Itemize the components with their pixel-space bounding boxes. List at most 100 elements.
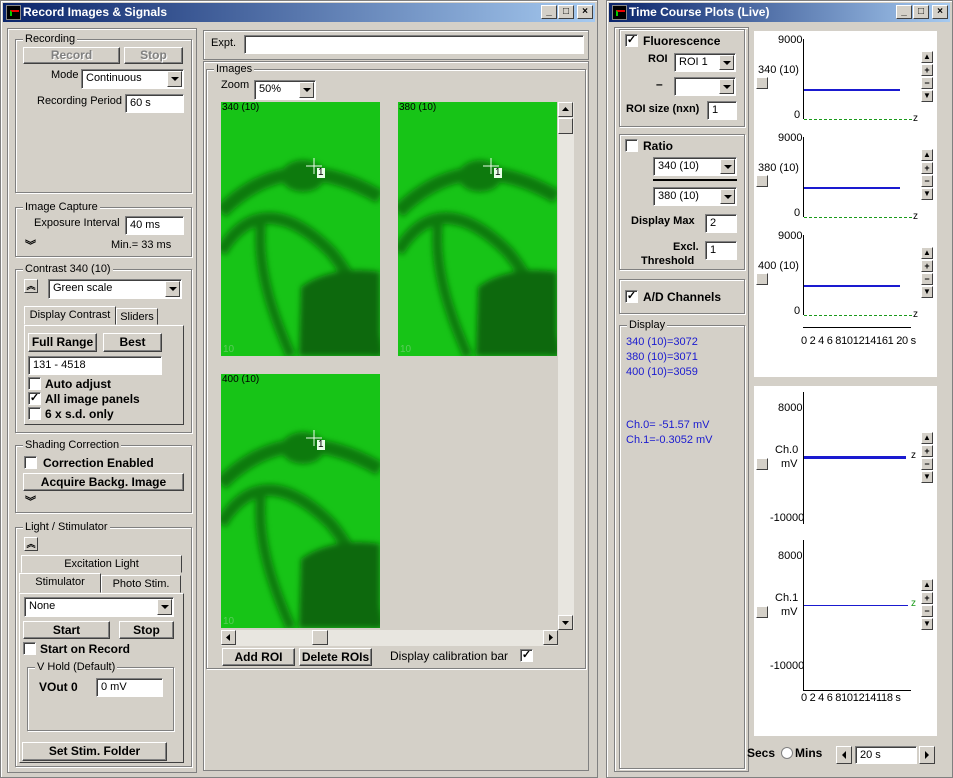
best-button[interactable]: Best bbox=[103, 333, 162, 352]
zoom-down-icon[interactable]: ▼ bbox=[921, 471, 933, 483]
delete-rois-button[interactable]: Delete ROIs bbox=[299, 648, 372, 666]
close-icon[interactable]: × bbox=[932, 5, 948, 19]
stim-protocol-select[interactable]: None bbox=[24, 597, 174, 617]
close-icon[interactable]: × bbox=[577, 5, 593, 19]
add-roi-button[interactable]: Add ROI bbox=[222, 648, 295, 666]
zoom-in-icon[interactable]: + bbox=[921, 592, 933, 604]
record-window-titlebar[interactable]: Record Images & Signals _ □ × bbox=[3, 3, 595, 22]
acquire-background-button[interactable]: Acquire Backg. Image bbox=[23, 473, 184, 491]
six-sd-checkbox[interactable] bbox=[28, 407, 41, 420]
chevron-down-icon[interactable] bbox=[720, 159, 735, 174]
record-button[interactable]: Record bbox=[23, 47, 120, 64]
images-vscroll[interactable] bbox=[558, 102, 574, 630]
maximize-icon[interactable]: □ bbox=[913, 5, 929, 19]
zoom-up-icon[interactable]: ▲ bbox=[921, 51, 933, 63]
time-increase-icon[interactable] bbox=[919, 746, 935, 764]
roi-size-field[interactable]: 1 bbox=[707, 101, 737, 120]
zoom-out-icon[interactable]: − bbox=[921, 175, 933, 187]
zoom-out-icon[interactable]: − bbox=[921, 458, 933, 470]
time-window-field[interactable]: 20 s bbox=[855, 746, 917, 764]
secs-mins-radio[interactable] bbox=[781, 747, 793, 759]
trace-menu-icon[interactable] bbox=[756, 273, 768, 285]
chevron-down-icon[interactable] bbox=[165, 281, 180, 297]
chevron-down-icon[interactable] bbox=[299, 82, 314, 98]
contrast-range-field[interactable]: 131 - 4518 bbox=[28, 356, 162, 375]
scroll-thumb[interactable] bbox=[312, 630, 328, 645]
chevron-down-icon[interactable] bbox=[167, 71, 182, 87]
zoom-up-icon[interactable]: ▲ bbox=[921, 579, 933, 591]
maximize-icon[interactable]: □ bbox=[558, 5, 574, 19]
trace-menu-icon[interactable] bbox=[756, 77, 768, 89]
ratio-denominator-select[interactable]: 380 (10) bbox=[653, 187, 737, 206]
time-decrease-icon[interactable] bbox=[836, 746, 852, 764]
trace-menu-icon[interactable] bbox=[756, 175, 768, 187]
scroll-left-icon[interactable] bbox=[221, 630, 236, 645]
minimize-icon[interactable]: _ bbox=[896, 5, 912, 19]
tab-display-contrast[interactable]: Display Contrast bbox=[24, 306, 116, 325]
all-panels-checkbox[interactable]: ✓ bbox=[28, 392, 41, 405]
ratio-checkbox[interactable] bbox=[625, 139, 638, 152]
scroll-right-icon[interactable] bbox=[543, 630, 558, 645]
mode-select[interactable]: Continuous bbox=[81, 69, 184, 89]
palette-select[interactable]: Green scale bbox=[48, 279, 182, 299]
chevron-down-icon[interactable] bbox=[719, 79, 734, 94]
vout-field[interactable]: 0 mV bbox=[96, 678, 163, 697]
roi-marker[interactable]: 1 bbox=[317, 168, 325, 178]
tab-excitation-light[interactable]: Excitation Light bbox=[21, 555, 182, 573]
trace-menu-icon[interactable] bbox=[756, 606, 768, 618]
tab-stimulator[interactable]: Stimulator bbox=[19, 573, 101, 593]
stim-start-button[interactable]: Start bbox=[23, 621, 110, 639]
chevron-down-icon[interactable] bbox=[719, 55, 734, 70]
collapse-up-icon[interactable]: ︽ bbox=[24, 279, 38, 293]
scroll-up-icon[interactable] bbox=[558, 102, 573, 117]
recording-period-field[interactable]: 60 s bbox=[125, 94, 184, 113]
zoom-in-icon[interactable]: + bbox=[921, 162, 933, 174]
roi-marker[interactable]: 1 bbox=[317, 440, 325, 450]
chevron-down-icon[interactable] bbox=[157, 599, 172, 615]
zoom-out-icon[interactable]: − bbox=[921, 605, 933, 617]
calibration-bar-checkbox[interactable]: ✓ bbox=[520, 649, 533, 662]
minimize-icon[interactable]: _ bbox=[541, 5, 557, 19]
stop-recording-button[interactable]: Stop bbox=[124, 47, 183, 64]
tab-sliders[interactable]: Sliders bbox=[116, 308, 158, 325]
time-course-titlebar[interactable]: Time Course Plots (Live) _ □ × bbox=[609, 3, 950, 22]
zoom-down-icon[interactable]: ▼ bbox=[921, 90, 933, 102]
zoom-down-icon[interactable]: ▼ bbox=[921, 286, 933, 298]
exposure-interval-field[interactable]: 40 ms bbox=[125, 216, 184, 235]
set-stim-folder-button[interactable]: Set Stim. Folder bbox=[22, 742, 167, 761]
zoom-out-icon[interactable]: − bbox=[921, 273, 933, 285]
zoom-select[interactable]: 50% bbox=[254, 80, 316, 100]
scroll-thumb[interactable] bbox=[558, 118, 573, 134]
double-chevron-down-icon[interactable]: ︾ bbox=[25, 237, 36, 253]
zoom-in-icon[interactable]: + bbox=[921, 445, 933, 457]
auto-adjust-checkbox[interactable] bbox=[28, 377, 41, 390]
stim-stop-button[interactable]: Stop bbox=[119, 621, 174, 639]
fluorescence-checkbox[interactable]: ✓ bbox=[625, 34, 638, 47]
excl-threshold-field[interactable]: 1 bbox=[705, 241, 737, 260]
zoom-in-icon[interactable]: + bbox=[921, 260, 933, 272]
chevron-down-icon[interactable] bbox=[720, 189, 735, 204]
images-hscroll[interactable] bbox=[221, 630, 558, 646]
ratio-numerator-select[interactable]: 340 (10) bbox=[653, 157, 737, 176]
trace-menu-icon[interactable] bbox=[756, 458, 768, 470]
zoom-up-icon[interactable]: ▲ bbox=[921, 149, 933, 161]
zoom-out-icon[interactable]: − bbox=[921, 77, 933, 89]
zoom-up-icon[interactable]: ▲ bbox=[921, 247, 933, 259]
zoom-up-icon[interactable]: ▲ bbox=[921, 432, 933, 444]
start-on-record-checkbox[interactable] bbox=[23, 642, 36, 655]
image-panel-400[interactable]: 400 (10) 1 10 bbox=[221, 374, 380, 628]
tab-photo-stim[interactable]: Photo Stim. bbox=[101, 575, 181, 593]
subtract-roi-select[interactable] bbox=[674, 77, 736, 96]
zoom-in-icon[interactable]: + bbox=[921, 64, 933, 76]
roi-select[interactable]: ROI 1 bbox=[674, 53, 736, 72]
image-panel-340[interactable]: 340 (10) 1 10 bbox=[221, 102, 380, 356]
scroll-down-icon[interactable] bbox=[558, 615, 573, 630]
correction-checkbox[interactable] bbox=[24, 456, 37, 469]
display-max-field[interactable]: 2 bbox=[705, 214, 737, 233]
double-chevron-down-icon[interactable]: ︾ bbox=[25, 493, 36, 509]
full-range-button[interactable]: Full Range bbox=[28, 333, 97, 352]
expt-field[interactable] bbox=[244, 35, 584, 54]
roi-marker[interactable]: 1 bbox=[494, 168, 502, 178]
zoom-down-icon[interactable]: ▼ bbox=[921, 188, 933, 200]
zoom-down-icon[interactable]: ▼ bbox=[921, 618, 933, 630]
